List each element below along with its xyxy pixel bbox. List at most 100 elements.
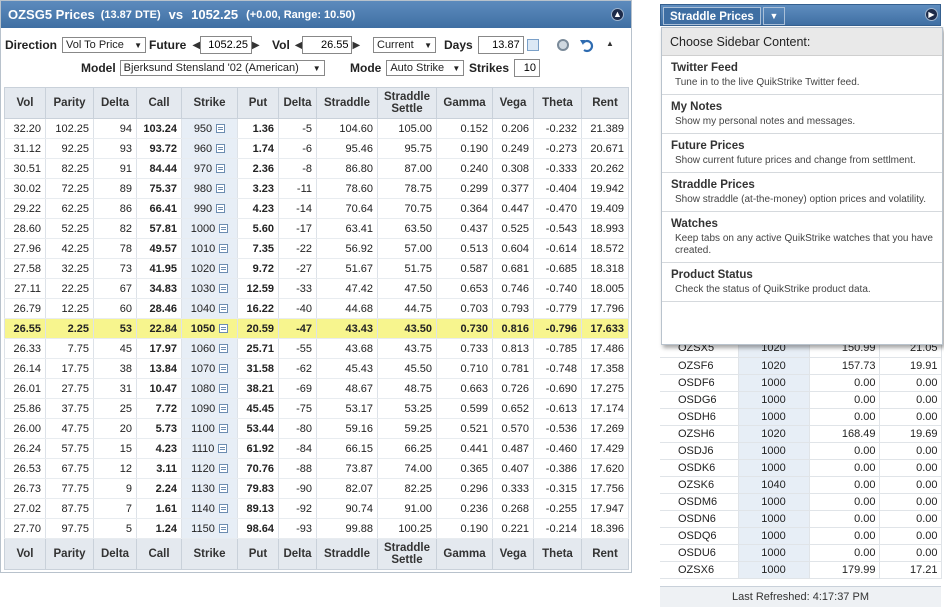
column-header[interactable]: Delta	[278, 87, 317, 119]
strike-details-icon[interactable]	[219, 224, 229, 234]
strike-details-icon[interactable]	[219, 344, 229, 354]
menu-item-watches[interactable]: Watches Keep tabs on any active QuikStrik…	[662, 212, 942, 263]
strike-details-icon[interactable]	[216, 144, 226, 154]
column-header[interactable]: Straddle Settle	[377, 538, 437, 570]
days-input[interactable]	[477, 36, 524, 54]
table-cell: 73.87	[316, 458, 378, 479]
future-decrement-icon[interactable]: ◀	[192, 40, 200, 51]
column-header[interactable]: Parity	[45, 538, 94, 570]
strike-details-icon[interactable]	[216, 204, 226, 214]
menu-item-twitter-feed[interactable]: Twitter Feed Tune in to the live QuikStri…	[662, 56, 942, 95]
vol-input[interactable]	[302, 36, 353, 54]
model-select[interactable]: Bjerksund Stensland '02 (American) ▼	[119, 60, 325, 76]
sidebar-tab[interactable]: Straddle Prices	[663, 7, 761, 25]
table-row: 26.79 12.25 60 28.46 1040 16.22 -40 44.68 44.75 0…	[4, 298, 629, 319]
strike-details-icon[interactable]	[219, 304, 229, 314]
strike-details-icon[interactable]	[216, 164, 226, 174]
column-header[interactable]: Vol	[4, 538, 46, 570]
strike-details-icon[interactable]	[219, 264, 229, 274]
strike-details-icon[interactable]	[218, 524, 228, 534]
column-header[interactable]: Gamma	[436, 87, 493, 119]
straddle-cell: 1000	[738, 442, 810, 460]
strike-value: 1110	[191, 442, 215, 455]
strike-details-icon[interactable]	[218, 504, 228, 514]
column-header[interactable]: Vega	[492, 87, 534, 119]
vol-mode-select[interactable]: Current ▼	[373, 37, 436, 53]
strike-details-icon[interactable]	[218, 424, 228, 434]
column-header[interactable]: Parity	[45, 87, 94, 119]
strike-details-icon[interactable]	[216, 124, 226, 134]
table-cell: 0.653	[436, 278, 493, 299]
column-header[interactable]: Straddle Settle	[377, 87, 437, 119]
direction-select[interactable]: Vol To Price ▼	[62, 37, 147, 53]
vol-increment-icon[interactable]: ▶	[352, 40, 360, 51]
strike-details-icon[interactable]	[216, 184, 226, 194]
menu-item-straddle-prices[interactable]: Straddle Prices Show straddle (at-the-mon…	[662, 173, 942, 212]
table-cell: -90	[278, 478, 317, 499]
table-cell: 0.377	[492, 178, 534, 199]
column-header[interactable]: Straddle	[316, 538, 378, 570]
column-header[interactable]: Theta	[533, 538, 582, 570]
gear-icon[interactable]	[557, 39, 569, 51]
table-cell: 18.396	[581, 518, 629, 539]
straddle-cell: OSDU6	[660, 544, 739, 562]
column-header[interactable]: Gamma	[436, 538, 493, 570]
table-cell: -84	[278, 438, 317, 459]
strike-details-icon[interactable]	[218, 484, 228, 494]
menu-item-product-status[interactable]: Product Status Check the status of QuikSt…	[662, 263, 942, 302]
column-header[interactable]: Call	[136, 538, 182, 570]
table-cell: 26.01	[4, 378, 46, 399]
column-header[interactable]: Put	[237, 538, 279, 570]
table-cell: -0.386	[533, 458, 582, 479]
strike-details-icon[interactable]	[219, 384, 229, 394]
table-cell: 48.75	[377, 378, 437, 399]
table-cell: 43.50	[377, 318, 437, 339]
future-input[interactable]	[200, 36, 253, 54]
strike-details-icon[interactable]	[219, 284, 229, 294]
column-header[interactable]: Straddle	[316, 87, 378, 119]
table-cell: 63.41	[316, 218, 378, 239]
column-header[interactable]: Call	[136, 87, 182, 119]
column-header[interactable]: Put	[237, 87, 279, 119]
strike-details-icon[interactable]	[219, 244, 229, 254]
column-header[interactable]: Delta	[93, 538, 137, 570]
table-cell: -17	[278, 218, 317, 239]
strike-details-icon[interactable]	[218, 444, 228, 454]
chevron-up-circle-icon[interactable]: ▲	[611, 8, 624, 21]
column-header[interactable]: Delta	[93, 87, 137, 119]
vol-decrement-icon[interactable]: ◀	[295, 40, 303, 51]
chevron-right-circle-icon[interactable]: ▶	[925, 8, 938, 21]
straddle-cell: 0.00	[809, 374, 880, 392]
table-cell: 0.236	[436, 498, 493, 519]
straddle-prices-table: OZSX5 1020 150.99 21.05 OZSF6 1020 157.73 19.91…	[660, 340, 942, 579]
column-header[interactable]: Strike	[181, 538, 238, 570]
strike-value: 1120	[191, 462, 215, 475]
calendar-icon[interactable]	[526, 39, 539, 51]
column-header[interactable]: Vol	[4, 87, 46, 119]
strike-details-icon[interactable]	[219, 324, 229, 334]
table-cell: -27	[278, 258, 317, 279]
sidebar-dropdown-button[interactable]: ▼	[763, 7, 785, 25]
future-increment-icon[interactable]: ▶	[252, 40, 260, 51]
strike-details-icon[interactable]	[219, 404, 229, 414]
column-header[interactable]: Strike	[181, 87, 238, 119]
collapse-controls-icon[interactable]: ▲	[606, 39, 614, 48]
menu-item-future-prices[interactable]: Future Prices Show current future prices …	[662, 134, 942, 173]
column-header[interactable]: Rent	[581, 538, 629, 570]
table-cell: 12	[93, 458, 137, 479]
straddle-cell: 168.49	[809, 425, 880, 443]
column-header[interactable]: Rent	[581, 87, 629, 119]
menu-item-my-notes[interactable]: My Notes Show my personal notes and messa…	[662, 95, 942, 134]
future-label: Future	[149, 38, 187, 52]
strike-details-icon[interactable]	[219, 364, 229, 374]
column-header[interactable]: Delta	[278, 538, 317, 570]
table-cell: 0.521	[436, 418, 493, 439]
strike-details-icon[interactable]	[218, 464, 228, 474]
mode-select[interactable]: Auto Strike ▼	[386, 60, 465, 76]
column-header[interactable]: Theta	[533, 87, 582, 119]
column-header[interactable]: Vega	[492, 538, 534, 570]
table-row: 26.24 57.75 15 4.23 1110 61.92 -84 66.15 66.25 0.…	[4, 438, 629, 459]
undo-refresh-icon[interactable]	[579, 37, 595, 53]
strikes-input[interactable]	[514, 59, 541, 77]
direction-value: Vol To Price	[66, 39, 124, 51]
